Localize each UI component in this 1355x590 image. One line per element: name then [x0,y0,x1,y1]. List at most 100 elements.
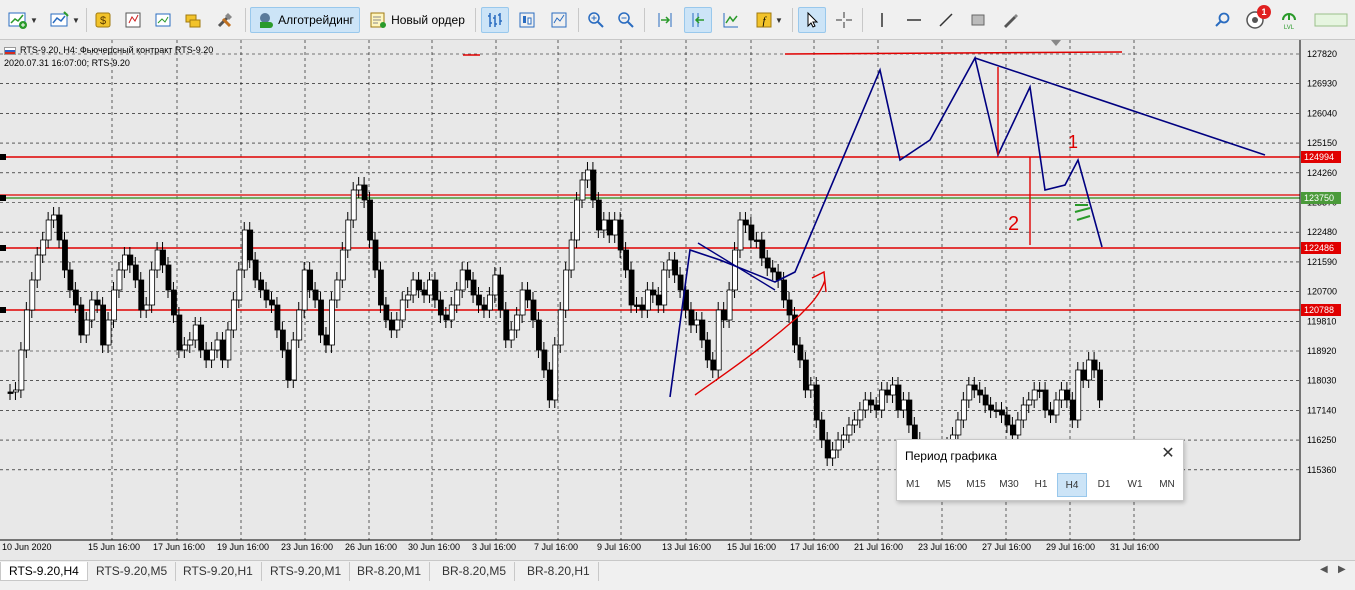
chart-shift-button[interactable] [684,7,712,33]
candle-body [802,359,809,391]
tab-rts-m5[interactable]: RTS-9.20,M5 [88,562,177,581]
candle-body [1015,419,1022,436]
autoscroll-button[interactable] [652,7,678,33]
arrow-tool-button[interactable] [996,7,1024,33]
indicators-button[interactable] [718,7,744,33]
tools-button[interactable] [212,7,238,33]
bar-chart-button[interactable] [481,7,509,33]
period-d1[interactable]: D1 [1089,473,1119,497]
close-icon[interactable]: ✕ [1159,445,1177,463]
algotrading-button[interactable]: Алготрейдинг [250,7,360,33]
candle-body [623,249,629,271]
date-tick-label: 17 Jun 16:00 [153,542,205,552]
tab-scroll-right-icon[interactable]: ▶ [1338,564,1346,575]
zoom-in-button[interactable] [583,7,609,33]
date-tick-label: 29 Jul 16:00 [1046,542,1095,552]
candle-body [378,269,384,306]
date-tick-label: 15 Jun 16:00 [88,542,140,552]
period-m5[interactable]: M5 [929,473,959,497]
candle-body [318,299,324,336]
candle-body [252,259,259,281]
new-chart-button[interactable]: ▼ [4,7,42,33]
candle-body [290,339,297,381]
tab-br-m5[interactable]: BR-8.20,M5 [434,562,516,581]
candle-body [759,239,766,259]
candle-body [1026,399,1033,406]
period-m15[interactable]: M15 [960,473,992,497]
candle-body [977,389,984,396]
tab-rts-h4[interactable]: RTS-9.20,H4 [0,562,88,581]
level-marker [0,195,6,201]
period-m30[interactable]: M30 [993,473,1025,497]
data-window-button[interactable] [120,7,146,33]
new-order-button[interactable]: Новый ордер [364,7,470,33]
market-watch-button[interactable]: $ [90,7,116,33]
signal-level-button[interactable]: LVL [1276,7,1302,33]
vertical-line-button[interactable] [868,7,896,33]
signal-level-icon: LVL [1282,13,1296,30]
candlestick-icon [519,12,535,28]
crosshair-button[interactable] [830,7,858,33]
candle-body [62,239,68,271]
candle-body [1048,409,1054,416]
account-button[interactable] [1310,7,1352,33]
candle-body [906,399,913,426]
period-mn[interactable]: MN [1152,473,1182,497]
date-tick-label: 3 Jul 16:00 [472,542,516,552]
candle-body [285,349,292,381]
terminal-window: ▼ ▼ $ Алготрейдинг Новый ордер f ▼ 1 LVL… [0,0,1355,590]
price-tick-label: 124260 [1307,168,1337,178]
horizontal-line-button[interactable] [900,7,928,33]
candle-body [45,219,52,241]
candle-body [770,267,777,273]
functions-button[interactable]: f ▼ [750,7,788,33]
trendline-button[interactable] [932,7,960,33]
zoom-out-button[interactable] [613,7,639,33]
price-tick-label: 120700 [1307,287,1337,297]
candle-body [574,199,580,241]
cursor-button[interactable] [798,7,826,33]
period-m1[interactable]: M1 [898,473,928,497]
terminal-button[interactable] [180,7,206,33]
autoscroll-icon [658,13,672,27]
account-indicator-icon [1314,13,1348,27]
candle-body [1037,389,1044,392]
period-h1[interactable]: H1 [1026,473,1056,497]
candle-body [23,309,30,351]
candle-body [982,394,989,406]
period-w1[interactable]: W1 [1120,473,1150,497]
tab-br-h1[interactable]: BR-8.20,H1 [519,562,599,581]
profiles-button[interactable]: ▼ [46,7,84,33]
candle-body [830,449,837,459]
candle-body [999,409,1005,416]
data-window-icon [125,12,141,28]
search-button[interactable] [1210,7,1236,33]
vertical-line-icon [881,13,883,27]
price-tick-label: 118920 [1307,346,1336,356]
candle-body [672,259,679,276]
folders-icon [185,14,201,28]
candle-body [372,239,379,271]
tab-rts-m1[interactable]: RTS-9.20,M1 [262,562,351,581]
candle-body [459,269,466,291]
notifications-button[interactable]: 1 [1240,5,1271,33]
navigator-button[interactable] [150,7,176,33]
tab-rts-h1[interactable]: RTS-9.20,H1 [175,562,262,581]
line-chart-icon [551,12,567,28]
candlestick-button[interactable] [513,7,541,33]
candle-body [465,269,472,281]
zoom-in-icon [588,12,604,28]
candle-body [100,304,107,346]
tab-br-m1[interactable]: BR-8.20,M1 [349,562,431,581]
rectangle-button[interactable] [964,7,992,33]
date-tick-label: 10 Jun 2020 [2,542,52,552]
candle-body [661,269,668,306]
svg-text:LVL: LVL [1284,25,1295,30]
annotation-1: 1 [1068,132,1078,152]
price-chart[interactable]: 12 1278201269301260401251501242601233701… [0,40,1355,560]
candle-body [993,409,1000,412]
line-chart-button[interactable] [545,7,573,33]
tab-scroll-left-icon[interactable]: ◀ [1320,564,1328,575]
period-h4[interactable]: H4 [1057,473,1087,497]
candle-body [29,279,36,311]
